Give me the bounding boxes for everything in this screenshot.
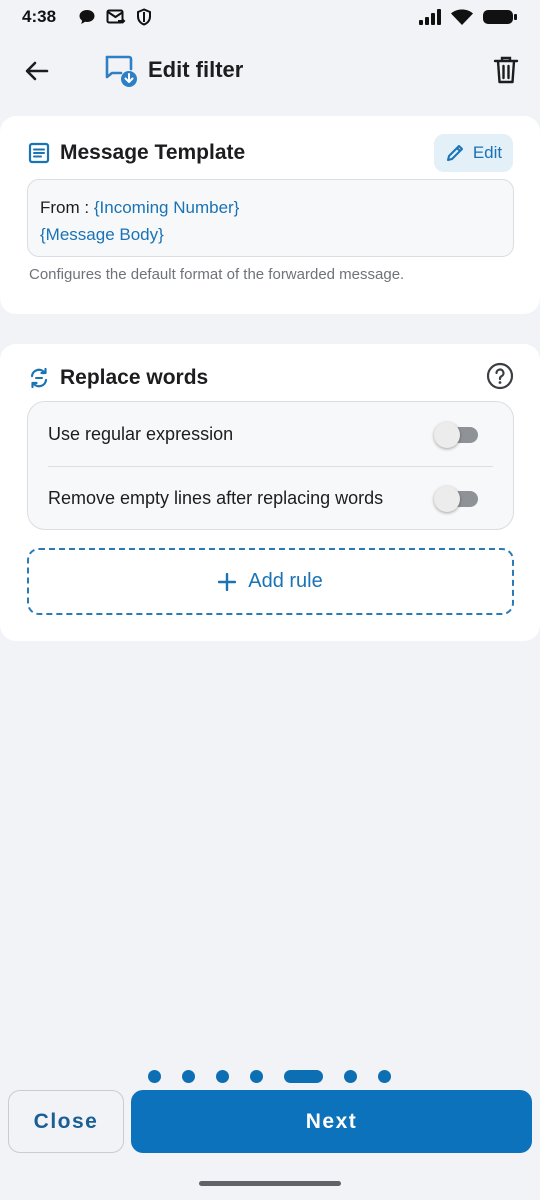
status-bar: 4:38 bbox=[0, 0, 540, 34]
home-indicator[interactable] bbox=[199, 1181, 341, 1186]
template-title: Message Template bbox=[60, 141, 246, 164]
replace-title-row: Replace words bbox=[28, 366, 208, 390]
remove-empty-lines-toggle-row[interactable]: Remove empty lines after replacing words bbox=[28, 468, 513, 528]
trash-icon bbox=[493, 56, 519, 84]
replace-title: Replace words bbox=[60, 366, 209, 389]
app-header: Edit filter bbox=[0, 44, 540, 96]
message-template-card: Message Template Edit From : {Incoming N… bbox=[0, 116, 540, 314]
status-right bbox=[418, 8, 518, 26]
battery-icon bbox=[482, 8, 518, 26]
incoming-number-token: {Incoming Number} bbox=[93, 198, 240, 217]
message-body-token: {Message Body} bbox=[40, 225, 164, 244]
template-helper-text: Configures the default format of the for… bbox=[29, 266, 405, 283]
step-dot bbox=[216, 1070, 229, 1083]
signal-icon bbox=[418, 8, 442, 26]
replace-icon bbox=[30, 367, 48, 389]
template-line-1: From : {Incoming Number} bbox=[40, 194, 501, 221]
add-rule-label: Add rule bbox=[248, 570, 323, 592]
template-prefix: From : bbox=[40, 198, 94, 217]
remove-empty-lines-label: Remove empty lines after replacing words bbox=[48, 487, 384, 508]
regex-switch[interactable] bbox=[434, 422, 478, 448]
step-dot bbox=[182, 1070, 195, 1083]
next-button[interactable]: Next bbox=[131, 1090, 532, 1153]
message-download-icon bbox=[103, 53, 139, 89]
pencil-icon bbox=[446, 145, 463, 161]
step-dot bbox=[250, 1070, 263, 1083]
regex-toggle-label: Use regular expression bbox=[48, 423, 234, 444]
step-dot bbox=[344, 1070, 357, 1083]
close-button[interactable]: Close bbox=[8, 1090, 124, 1153]
page-title: Edit filter bbox=[148, 57, 244, 82]
step-indicator bbox=[0, 1069, 540, 1085]
chat-bubble-icon bbox=[78, 8, 96, 26]
arrow-left-icon bbox=[25, 61, 49, 81]
replace-options: Use regular expression Remove empty line… bbox=[27, 401, 514, 530]
step-dot bbox=[378, 1070, 391, 1083]
shield-icon bbox=[136, 8, 152, 26]
step-dot-active bbox=[284, 1070, 323, 1083]
status-left: 4:38 bbox=[22, 7, 152, 27]
plus-icon bbox=[218, 572, 237, 591]
divider bbox=[48, 466, 493, 467]
delete-button[interactable] bbox=[492, 55, 520, 85]
edit-template-button[interactable]: Edit bbox=[434, 134, 513, 172]
replace-words-card: Replace words Use regular expression Rem… bbox=[0, 344, 540, 641]
message-forward-icon bbox=[106, 8, 126, 26]
document-icon bbox=[28, 142, 50, 164]
help-circle-icon bbox=[486, 362, 514, 390]
template-preview[interactable]: From : {Incoming Number} {Message Body} bbox=[27, 179, 514, 257]
wifi-icon bbox=[450, 8, 474, 26]
edit-label: Edit bbox=[472, 143, 503, 162]
remove-empty-lines-switch[interactable] bbox=[434, 486, 478, 512]
step-dot bbox=[148, 1070, 161, 1083]
regex-toggle-row[interactable]: Use regular expression bbox=[28, 404, 513, 464]
help-button[interactable] bbox=[486, 362, 514, 390]
add-rule-button[interactable]: Add rule bbox=[27, 548, 514, 615]
status-time: 4:38 bbox=[22, 7, 57, 26]
back-button[interactable] bbox=[22, 56, 52, 86]
template-line-2: {Message Body} bbox=[40, 221, 501, 248]
template-title-row: Message Template bbox=[28, 141, 245, 165]
